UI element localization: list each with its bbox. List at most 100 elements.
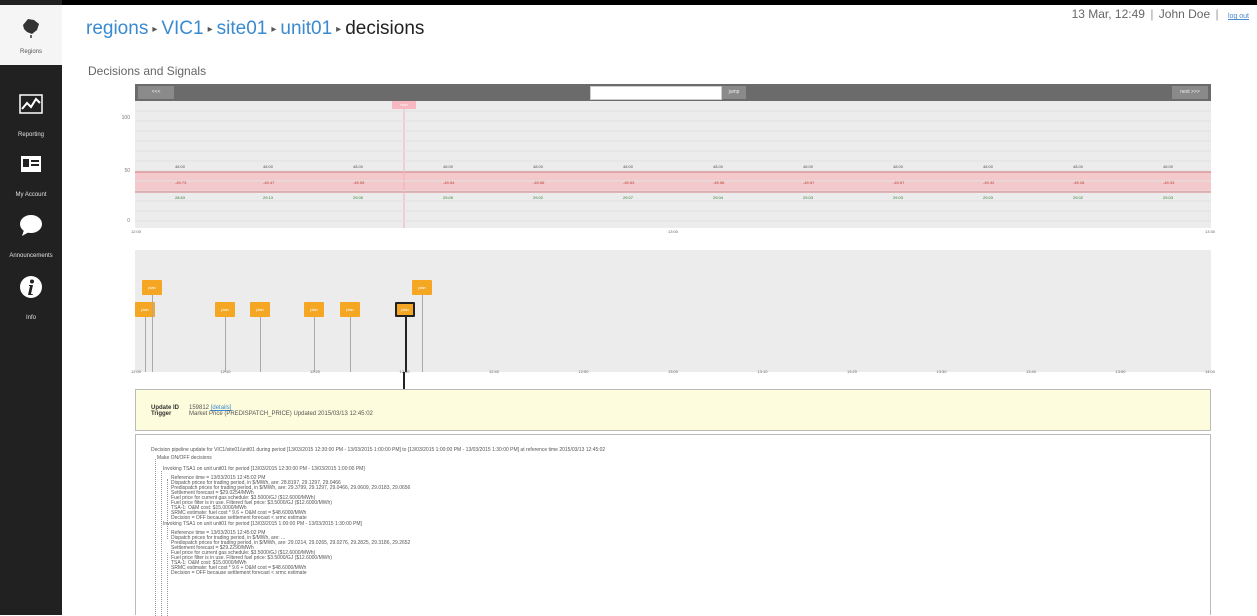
signal-chart-navbar: <<< jump next >>> bbox=[135, 84, 1211, 101]
signal-value-bot: 29.03 bbox=[803, 195, 814, 200]
signal-value-mid: -49.56 bbox=[713, 180, 725, 185]
next-button[interactable]: next >>> bbox=[1172, 86, 1208, 99]
timeline-tick-label: 12:10 bbox=[220, 369, 231, 374]
signal-value-mid: -49.56 bbox=[533, 180, 545, 185]
decision-log: Decision pipeline update for VIC1/site01… bbox=[135, 434, 1211, 616]
now-marker: now bbox=[392, 101, 416, 109]
plan-stem bbox=[260, 317, 261, 372]
signal-value-mid: -49.33 bbox=[1163, 180, 1175, 185]
log-line: Invoking TSA1 on unit unit01 for period … bbox=[163, 466, 365, 472]
signal-chart[interactable]: <<< jump next >>> now 48.00 48.00 48.00 48.… bbox=[135, 84, 1211, 228]
sidebar-item-regions[interactable]: Regions bbox=[0, 5, 62, 65]
log-line: Invoking TSA1 on unit unit01 for period … bbox=[163, 521, 362, 527]
signal-value-bot: 29.02 bbox=[533, 195, 544, 200]
plan-marker[interactable]: plan bbox=[142, 280, 162, 295]
signal-value-top: 48.00 bbox=[623, 164, 634, 169]
signal-value-bot: 29.03 bbox=[893, 195, 904, 200]
timeline-tick-label: 12:40 bbox=[489, 369, 500, 374]
jump-button[interactable]: jump bbox=[722, 86, 746, 99]
selected-connector bbox=[403, 372, 405, 389]
breadcrumb-separator: ▸ bbox=[336, 24, 342, 35]
sidebar-item-announcements[interactable]: Announcements bbox=[0, 203, 62, 263]
signal-value-bot: 29.03 bbox=[983, 195, 994, 200]
tree-guide bbox=[167, 553, 168, 616]
x-tick-label: 12:00 bbox=[131, 229, 142, 234]
signal-value-bot: 29.03 bbox=[1163, 195, 1174, 200]
plan-marker[interactable]: plan bbox=[412, 280, 432, 295]
y-tick-label: 0 bbox=[127, 218, 130, 224]
breadcrumb: regions ▸ VIC1 ▸ site01 ▸ unit01 ▸ decisions bbox=[86, 18, 424, 40]
breadcrumb-vic1[interactable]: VIC1 bbox=[161, 18, 203, 39]
update-info-panel: Update ID 159812 [details] Trigger Marke… bbox=[135, 389, 1211, 431]
log-line: Decision pipeline update for VIC1/site01… bbox=[151, 447, 606, 453]
sidebar-item-info[interactable]: Info bbox=[0, 265, 62, 325]
breadcrumb-separator: ▸ bbox=[271, 24, 277, 35]
plan-stem bbox=[314, 317, 315, 372]
signal-value-top: 48.00 bbox=[713, 164, 724, 169]
prev-button[interactable]: <<< bbox=[138, 86, 174, 99]
section-title: Decisions and Signals bbox=[88, 64, 207, 78]
signal-value-mid: -49.54 bbox=[443, 180, 455, 185]
signal-value-bot: 29.09 bbox=[443, 195, 454, 200]
breadcrumb-current: decisions bbox=[345, 18, 425, 39]
header-separator: | bbox=[1215, 7, 1219, 21]
plan-marker[interactable]: plan bbox=[340, 302, 360, 317]
info-icon bbox=[20, 276, 42, 298]
signal-value-top: 48.00 bbox=[533, 164, 544, 169]
trigger-value: Market Price (PREDISPATCH_PRICE) Updated… bbox=[189, 411, 373, 417]
header-user: John Doe bbox=[1158, 7, 1211, 21]
signal-value-top: 48.00 bbox=[175, 164, 186, 169]
trigger-label: Trigger bbox=[151, 411, 172, 417]
signal-value-bot: 29.02 bbox=[1073, 195, 1084, 200]
signal-value-mid: -49.57 bbox=[893, 180, 905, 185]
signal-value-top: 48.00 bbox=[983, 164, 994, 169]
header-datetime: 13 Mar, 12:49 bbox=[1071, 7, 1145, 21]
signal-value-mid: -49.32 bbox=[983, 180, 995, 185]
signal-value-top: 48.00 bbox=[263, 164, 274, 169]
sidebar-item-reporting[interactable]: Reporting bbox=[0, 82, 62, 142]
plan-marker[interactable]: plan bbox=[304, 302, 324, 317]
timeline-tick-label: 13:10 bbox=[757, 369, 768, 374]
signal-value-mid: -49.28 bbox=[1073, 180, 1085, 185]
signal-value-top: 48.00 bbox=[443, 164, 454, 169]
log-line: Make ON/OFF decisions bbox=[157, 455, 212, 461]
breadcrumb-site01[interactable]: site01 bbox=[217, 18, 268, 39]
breadcrumb-separator: ▸ bbox=[207, 24, 213, 35]
plan-stem bbox=[225, 317, 226, 372]
breadcrumb-regions[interactable]: regions bbox=[86, 18, 148, 39]
signal-value-bot: 29.07 bbox=[623, 195, 634, 200]
decision-timeline[interactable]: plan plan plan plan plan plan plan plan bbox=[135, 250, 1211, 372]
signal-value-mid: -49.47 bbox=[263, 180, 275, 185]
signal-value-mid: -49.55 bbox=[353, 180, 365, 185]
header-separator: | bbox=[1150, 7, 1154, 21]
tree-guide bbox=[161, 471, 162, 616]
sidebar-item-my-account[interactable]: My Account bbox=[0, 142, 62, 202]
tree-guide bbox=[167, 479, 168, 539]
logout-link[interactable]: log out bbox=[1228, 13, 1249, 20]
timeline-tick-label: 12:20 bbox=[310, 369, 321, 374]
timeline-tick-label: 12:50 bbox=[578, 369, 589, 374]
timeline-tick-label: 13:30 bbox=[936, 369, 947, 374]
breadcrumb-separator: ▸ bbox=[152, 24, 158, 35]
timeline-tick-label: 12:00 bbox=[131, 369, 142, 374]
signal-value-top: 48.00 bbox=[1163, 164, 1174, 169]
price-band bbox=[135, 172, 1211, 192]
plan-marker[interactable]: plan bbox=[215, 302, 235, 317]
signal-chart-grid bbox=[135, 101, 1211, 228]
tree-guide bbox=[155, 459, 156, 616]
sidebar-label-info: Info bbox=[25, 315, 36, 321]
header-meta: 13 Mar, 12:49 | John Doe | log out bbox=[1072, 7, 1249, 21]
signal-value-bot: 29.13 bbox=[263, 195, 274, 200]
timeline-tick-label: 13:40 bbox=[1026, 369, 1037, 374]
x-tick-label: 13:30 bbox=[1205, 229, 1216, 234]
jump-date-input[interactable] bbox=[590, 86, 722, 100]
sidebar-label-regions: Regions bbox=[19, 49, 42, 55]
selected-plan-marker[interactable]: plan bbox=[395, 302, 415, 317]
plan-marker[interactable]: plan bbox=[250, 302, 270, 317]
signal-value-mid: -49.53 bbox=[623, 180, 635, 185]
sidebar-label-my-account: My Account bbox=[15, 192, 47, 198]
timeline-tick-label: 13:20 bbox=[847, 369, 858, 374]
breadcrumb-unit01[interactable]: unit01 bbox=[280, 18, 332, 39]
signal-value-top: 48.00 bbox=[353, 164, 364, 169]
map-icon bbox=[23, 19, 39, 38]
